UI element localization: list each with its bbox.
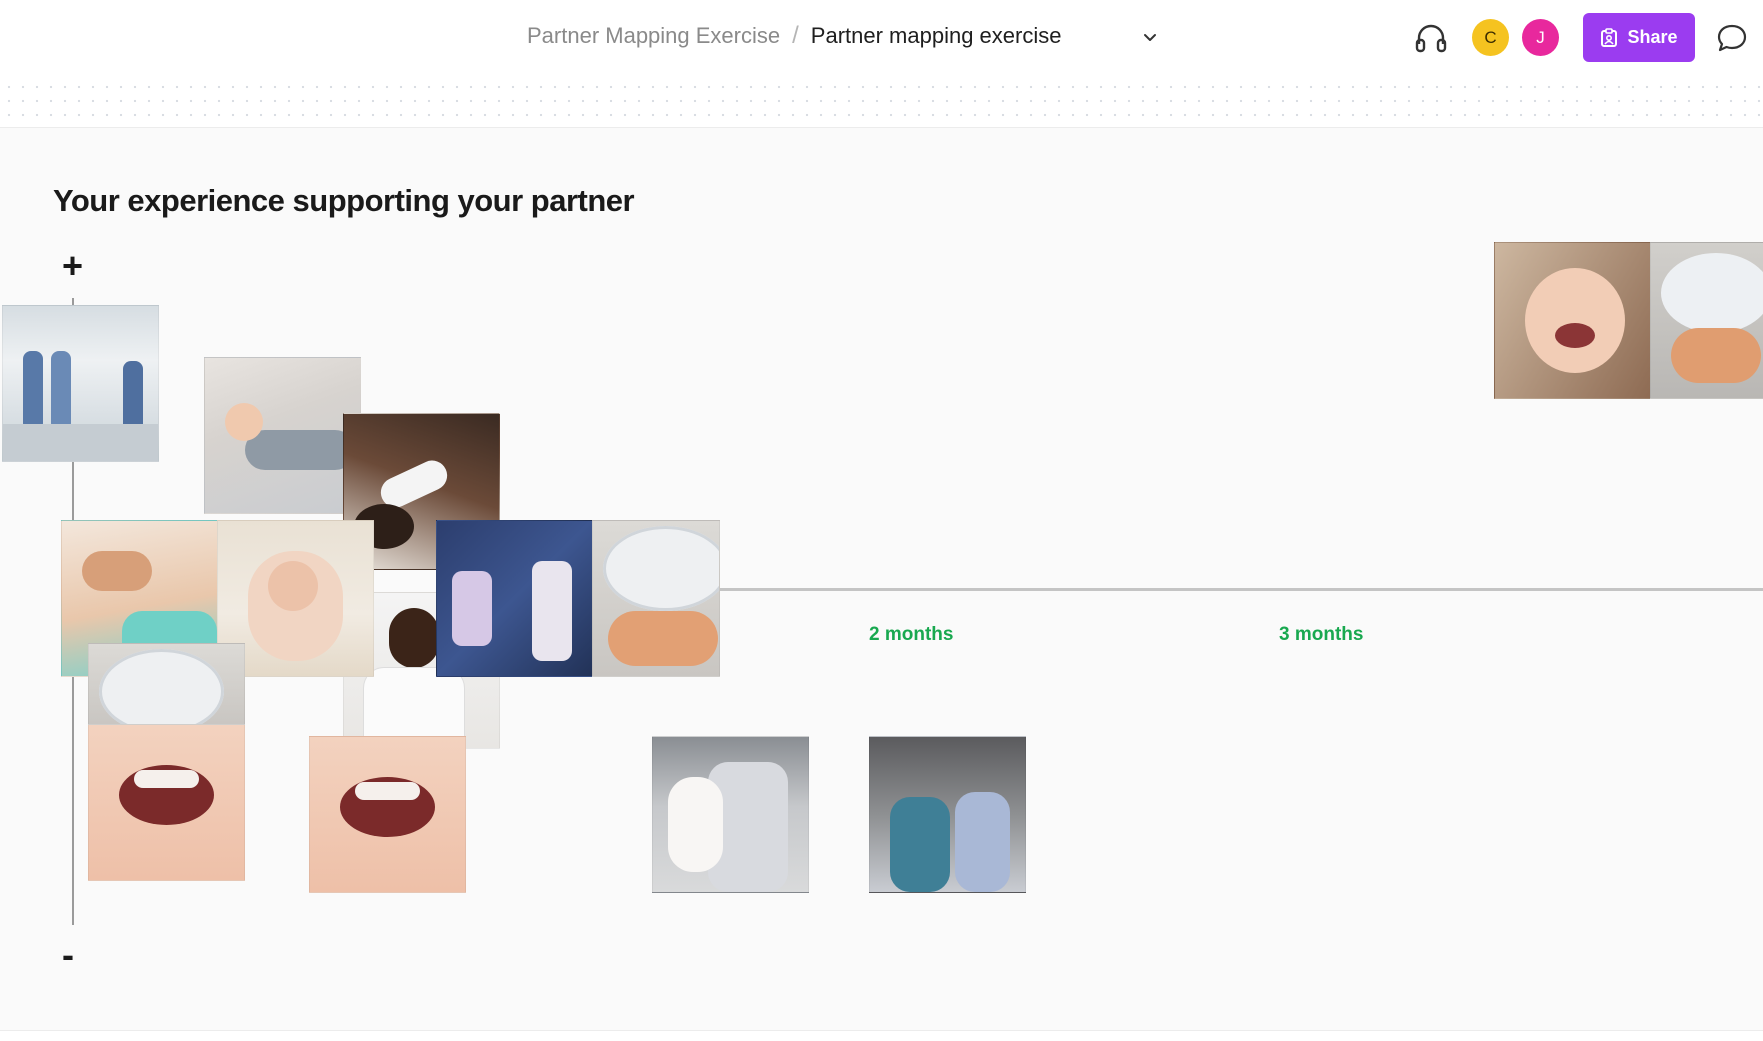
timeline-label-2-months[interactable]: 2 months: [869, 624, 953, 646]
share-button[interactable]: Share: [1583, 13, 1695, 62]
chevron-down-icon[interactable]: [1140, 28, 1160, 48]
axis-positive-label: +: [62, 245, 84, 286]
breadcrumb: Partner Mapping Exercise / Partner mappi…: [527, 22, 1061, 50]
dad-holding-crying-baby-photo[interactable]: [652, 736, 809, 893]
avatar[interactable]: C: [1472, 19, 1509, 56]
laughing-baby-photo[interactable]: [1494, 242, 1651, 399]
breast-pump-photo[interactable]: [436, 520, 593, 677]
tired-parents-photo[interactable]: [869, 736, 1026, 893]
baby-on-pillow-photo[interactable]: [1650, 242, 1763, 399]
top-bar: Partner Mapping Exercise / Partner mappi…: [0, 0, 1763, 76]
share-label: Share: [1627, 27, 1678, 47]
share-board-icon: [1601, 27, 1618, 47]
baby-on-pillow-photo[interactable]: [88, 643, 245, 725]
hospital-staff-photo[interactable]: [2, 305, 159, 462]
dad-napping-with-baby-photo[interactable]: [204, 357, 361, 514]
axis-negative-label: -: [62, 934, 74, 975]
dot-grid-background: [0, 78, 1763, 126]
breadcrumb-current[interactable]: Partner mapping exercise: [811, 23, 1062, 49]
whiteboard-canvas[interactable]: Your experience supporting your partner …: [0, 127, 1763, 1031]
headset-icon[interactable]: [1414, 22, 1448, 54]
comment-icon[interactable]: [1716, 22, 1748, 54]
timeline-label-3-months[interactable]: 3 months: [1279, 624, 1363, 646]
board-title[interactable]: Your experience supporting your partner: [53, 183, 635, 219]
crying-baby-photo[interactable]: [88, 724, 245, 881]
breadcrumb-parent[interactable]: Partner Mapping Exercise: [527, 23, 780, 49]
timeline-axis: [700, 588, 1763, 591]
baby-on-pillow-photo[interactable]: [592, 520, 720, 677]
breadcrumb-separator: /: [792, 22, 799, 49]
crying-baby-closeup-photo[interactable]: [309, 736, 466, 893]
avatar[interactable]: J: [1522, 19, 1559, 56]
